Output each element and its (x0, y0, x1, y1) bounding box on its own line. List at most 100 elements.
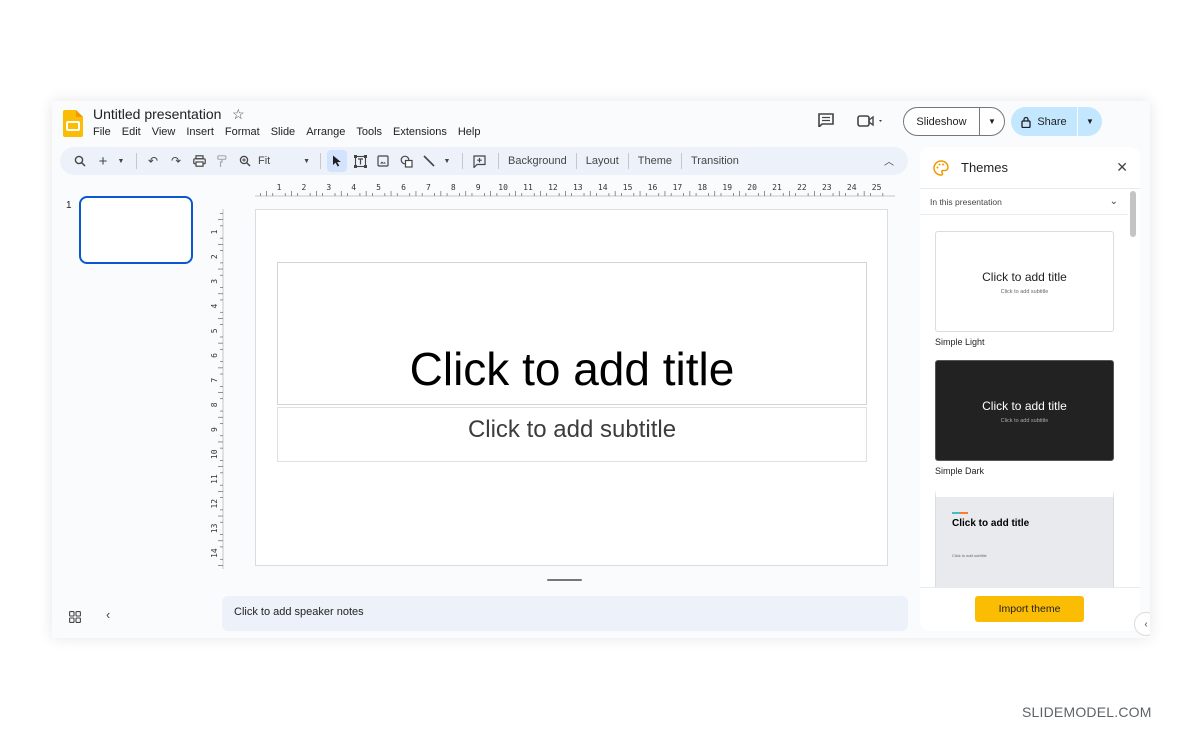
divider (627, 153, 629, 169)
ruler-label: 12 (548, 183, 558, 192)
side-panel-toggle-icon[interactable]: ‹ (1134, 612, 1150, 636)
video-call-icon[interactable] (857, 114, 885, 128)
themes-scope-label: In this presentation (930, 196, 1002, 207)
theme-card-streamline[interactable]: Click to add title Click to add subtitle (935, 489, 1114, 599)
themes-scope-select[interactable]: In this presentation ⌄ (920, 189, 1128, 215)
ruler-label: 13 (573, 183, 583, 192)
ruler-label: 6 (401, 183, 406, 192)
shape-icon[interactable] (396, 150, 416, 172)
ruler-label: 3 (210, 279, 219, 284)
slideshow-label[interactable]: Slideshow (904, 116, 979, 128)
ruler-label: 21 (772, 183, 782, 192)
line-icon[interactable] (419, 150, 439, 172)
undo-icon[interactable]: ↶ (143, 150, 163, 172)
theme-preview-title: Click to add title (982, 270, 1067, 284)
menu-format[interactable]: Format (225, 126, 260, 138)
ruler-label: 18 (697, 183, 707, 192)
theme-button[interactable]: Theme (635, 155, 675, 167)
divider (136, 153, 137, 169)
line-dropdown-icon[interactable]: ▼ (442, 150, 452, 172)
share-button[interactable]: Share ▼ (1011, 107, 1102, 136)
menu-extensions[interactable]: Extensions (393, 126, 447, 138)
theme-card-simple-light[interactable]: Click to add title Click to add subtitle (935, 231, 1114, 332)
layout-button[interactable]: Layout (583, 155, 622, 167)
slide-canvas[interactable]: Click to add title Click to add subtitle (255, 209, 888, 566)
ruler-label: 9 (476, 183, 481, 192)
subtitle-placeholder-text: Click to add subtitle (467, 416, 677, 443)
redo-icon[interactable]: ↷ (166, 150, 186, 172)
search-menus-icon[interactable] (70, 150, 90, 172)
accent-bar (960, 512, 968, 514)
ruler-label: 1 (277, 183, 282, 192)
zoom-value: Fit (258, 155, 271, 167)
chevron-down-icon: ▼ (303, 157, 310, 165)
ruler-label: 13 (210, 523, 219, 533)
themes-footer: Import theme (920, 587, 1140, 631)
horizontal-ruler[interactable]: 1 2 3 4 5 6 7 8 9 10 11 12 13 14 15 16 17 18 19 20 21 22 23 24 2… (255, 181, 895, 197)
select-cursor-icon[interactable] (327, 150, 347, 172)
slide-number: 1 (66, 200, 72, 211)
themes-scrollbar[interactable] (1130, 191, 1136, 237)
print-icon[interactable] (189, 150, 209, 172)
slide-thumbnail[interactable] (79, 196, 193, 264)
collapse-toolbar-icon[interactable]: ︿ (884, 153, 894, 168)
menu-slide[interactable]: Slide (271, 126, 295, 138)
menu-help[interactable]: Help (458, 126, 481, 138)
grid-view-icon[interactable] (69, 611, 81, 623)
theme-preview-title: Click to add title (952, 518, 1030, 529)
palette-icon (933, 159, 949, 176)
theme-preview-subtitle: Click to add subtitle (952, 553, 987, 558)
watermark: SLIDEMODEL.COM (1022, 704, 1152, 720)
import-theme-button[interactable]: Import theme (975, 596, 1084, 622)
menu-bar: File Edit View Insert Format Slide Arran… (93, 126, 491, 138)
ruler-label: 22 (797, 183, 807, 192)
notes-resize-handle[interactable] (547, 579, 582, 581)
new-slide-dropdown-icon[interactable]: ▼ (116, 150, 126, 172)
paint-format-icon[interactable] (212, 150, 232, 172)
subtitle-placeholder[interactable]: Click to add subtitle (277, 407, 867, 462)
close-icon[interactable]: ✕ (1116, 159, 1128, 176)
theme-preview-subtitle: Click to add subtitle (1000, 289, 1049, 295)
share-main[interactable]: Share (1011, 116, 1077, 128)
text-box-icon[interactable] (350, 150, 370, 172)
transition-button[interactable]: Transition (688, 155, 742, 167)
slideshow-dropdown-icon[interactable]: ▼ (980, 117, 1004, 126)
theme-card-simple-dark[interactable]: Click to add title Click to add subtitle (935, 360, 1114, 461)
themes-panel: Themes ✕ In this presentation ⌄ Click to… (920, 147, 1140, 631)
slides-logo-icon[interactable] (63, 110, 83, 137)
menu-edit[interactable]: Edit (122, 126, 141, 138)
menu-file[interactable]: File (93, 126, 111, 138)
menu-insert[interactable]: Insert (186, 126, 214, 138)
title-placeholder[interactable]: Click to add title (277, 262, 867, 405)
insert-image-icon[interactable] (373, 150, 393, 172)
zoom-select[interactable]: Fit ▼ (258, 155, 310, 167)
ruler-label: 10 (498, 183, 508, 192)
collapse-filmstrip-icon[interactable]: ‹ (106, 607, 110, 622)
divider (681, 153, 682, 169)
ruler-label: 15 (623, 183, 633, 192)
ruler-label: 3 (326, 183, 331, 192)
zoom-icon[interactable] (235, 150, 255, 172)
ruler-label: 1 (210, 229, 219, 234)
vertical-ruler[interactable]: 1234567891011121314 (207, 209, 225, 569)
ruler-label: 5 (210, 328, 219, 333)
document-title[interactable]: Untitled presentation (93, 106, 221, 122)
speaker-notes[interactable]: Click to add speaker notes (222, 596, 908, 631)
background-button[interactable]: Background (505, 155, 570, 167)
menu-tools[interactable]: Tools (356, 126, 382, 138)
menu-arrange[interactable]: Arrange (306, 126, 345, 138)
slideshow-button[interactable]: Slideshow ▼ (903, 107, 1005, 136)
themes-title: Themes (961, 160, 1008, 175)
menu-view[interactable]: View (152, 126, 176, 138)
new-slide-icon[interactable]: + (93, 150, 113, 172)
accent-bar (952, 512, 960, 514)
toolbar: + ▼ ↶ ↷ Fit ▼ ▼ Background Layout Theme … (60, 147, 908, 175)
share-dropdown-icon[interactable]: ▼ (1078, 117, 1102, 126)
add-comment-icon[interactable] (469, 150, 489, 172)
ruler-label: 4 (351, 183, 356, 192)
ruler-label: 11 (523, 183, 533, 192)
comment-icon[interactable] (818, 113, 834, 127)
ruler-label: 7 (426, 183, 431, 192)
ruler-label: 23 (822, 183, 832, 192)
star-icon[interactable]: ☆ (232, 106, 245, 123)
